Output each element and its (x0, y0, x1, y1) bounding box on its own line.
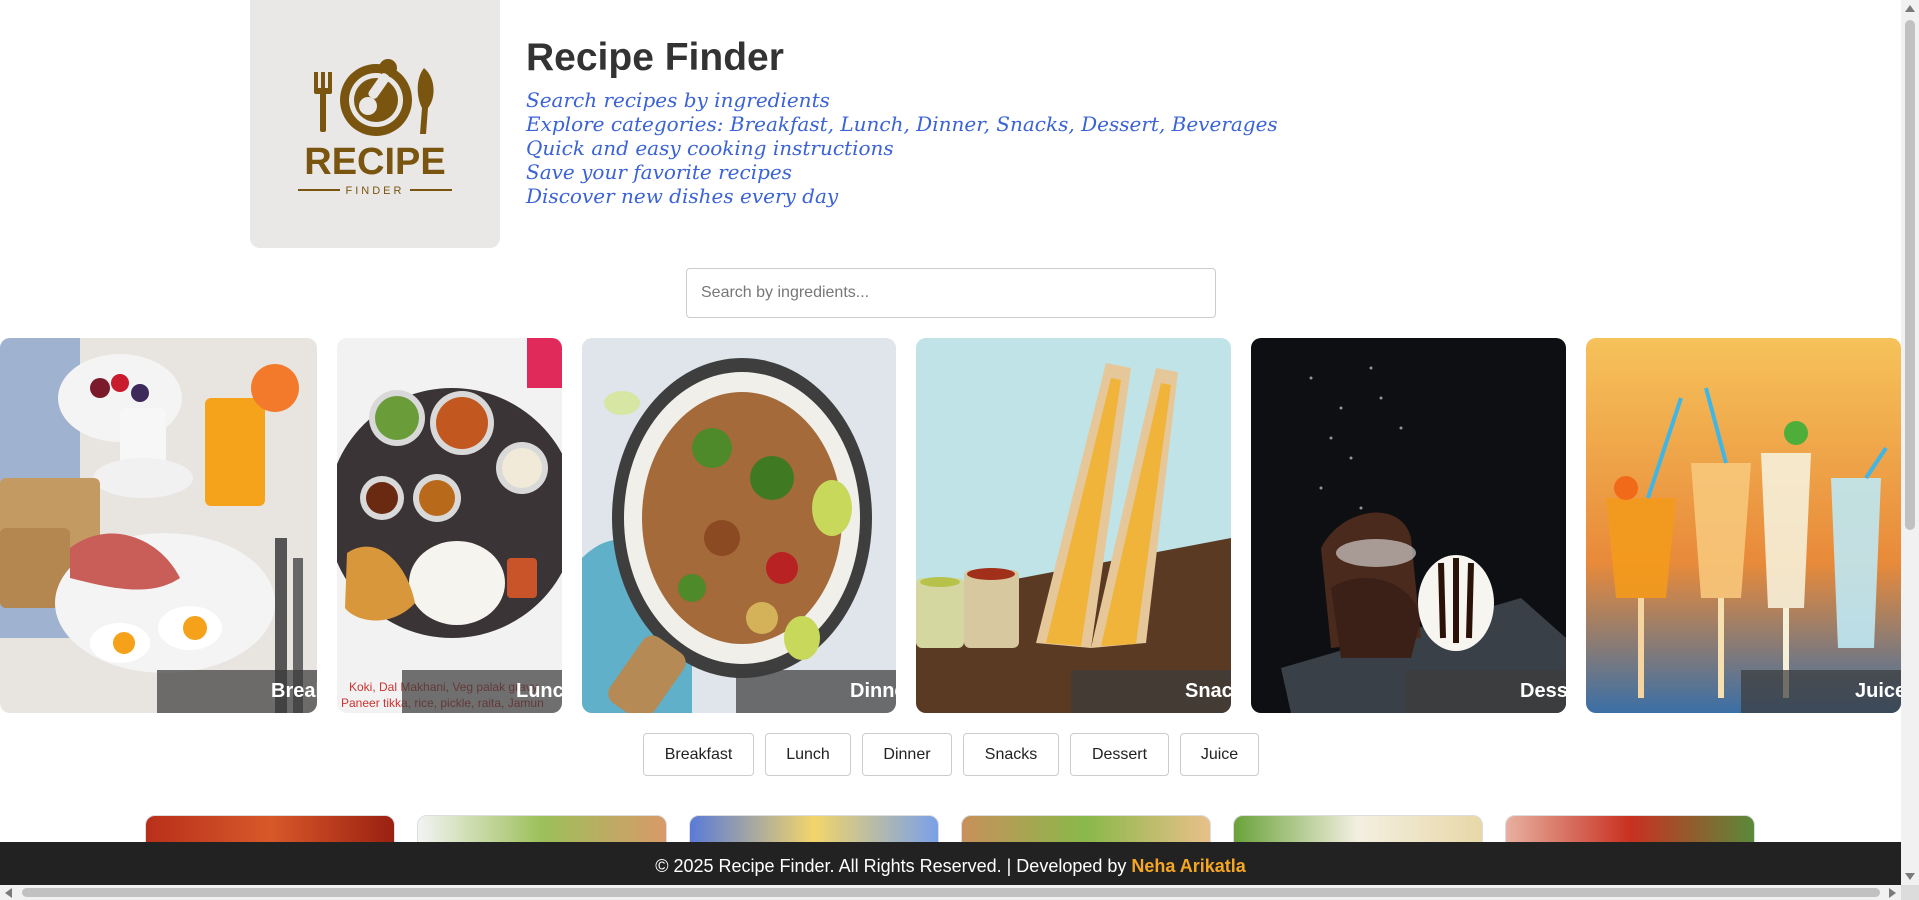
category-card-label: Breakfast (157, 670, 317, 713)
category-card-lunch[interactable]: Koki, Dal Makhani, Veg palak gravy, Pane… (337, 338, 562, 713)
sandwich-photo (916, 338, 1231, 713)
juice-button[interactable]: Juice (1180, 733, 1259, 776)
page-title: Recipe Finder (526, 36, 784, 79)
dinner-button[interactable]: Dinner (862, 733, 952, 776)
page: RECIPE FINDER Recipe Finder Search recip… (0, 0, 1901, 885)
category-card-dinner[interactable]: Dinner (582, 338, 896, 713)
scrollbar-corner (1901, 885, 1919, 900)
category-button-row: Breakfast Lunch Dinner Snacks Dessert Ju… (0, 733, 1901, 776)
category-carousel: Breakfast Koki, Dal Makhani, Veg palak g… (0, 338, 1901, 713)
scroll-up-icon[interactable] (1905, 5, 1915, 12)
dessert-button[interactable]: Dessert (1070, 733, 1169, 776)
footer-text: © 2025 Recipe Finder. All Rights Reserve… (655, 856, 1127, 876)
category-card-dessert[interactable]: Dessert (1251, 338, 1566, 713)
tagline-item: Explore categories: Breakfast, Lunch, Di… (526, 112, 1278, 136)
tagline-list: Search recipes by ingredients Explore ca… (526, 88, 1278, 208)
tagline-item: Quick and easy cooking instructions (526, 136, 894, 160)
breakfast-button[interactable]: Breakfast (643, 733, 754, 776)
scroll-right-icon[interactable] (1889, 888, 1896, 898)
scroll-left-icon[interactable] (5, 888, 12, 898)
noodles-pan-photo (582, 338, 896, 713)
tagline-item: Search recipes by ingredients (526, 88, 830, 112)
category-card-label: Dinner (736, 670, 896, 713)
developer-name: Neha Arikatla (1131, 856, 1246, 876)
logo-subword: FINDER (346, 185, 405, 197)
category-card-label: Dessert (1406, 670, 1566, 713)
category-card-label: Lunch (402, 670, 562, 713)
scroll-down-icon[interactable] (1905, 873, 1915, 880)
lunch-thali-photo: Koki, Dal Makhani, Veg palak gravy, Pane… (337, 338, 562, 713)
brownie-icecream-photo (1251, 338, 1566, 713)
horizontal-scrollbar[interactable] (0, 885, 1901, 900)
category-card-snacks[interactable]: Snacks (916, 338, 1231, 713)
category-card-juice[interactable]: Juice (1586, 338, 1901, 713)
plate-fork-knife-icon: RECIPE FINDER (298, 59, 452, 197)
juices-photo (1586, 338, 1901, 713)
lunch-button[interactable]: Lunch (765, 733, 851, 776)
tagline-item: Discover new dishes every day (526, 184, 839, 208)
category-card-label: Snacks (1071, 670, 1231, 713)
vertical-scroll-thumb[interactable] (1905, 20, 1915, 530)
category-card-label: Juice (1741, 670, 1901, 713)
footer: © 2025 Recipe Finder. All Rights Reserve… (0, 842, 1901, 885)
search-input[interactable] (686, 268, 1216, 318)
tagline-item: Save your favorite recipes (526, 160, 793, 184)
snacks-button[interactable]: Snacks (963, 733, 1059, 776)
logo[interactable]: RECIPE FINDER (250, 0, 500, 248)
category-card-breakfast[interactable]: Breakfast (0, 338, 317, 713)
vertical-scrollbar[interactable] (1901, 0, 1919, 885)
horizontal-scroll-thumb[interactable] (22, 888, 1880, 897)
breakfast-photo (0, 338, 317, 713)
logo-word: RECIPE (304, 141, 445, 183)
